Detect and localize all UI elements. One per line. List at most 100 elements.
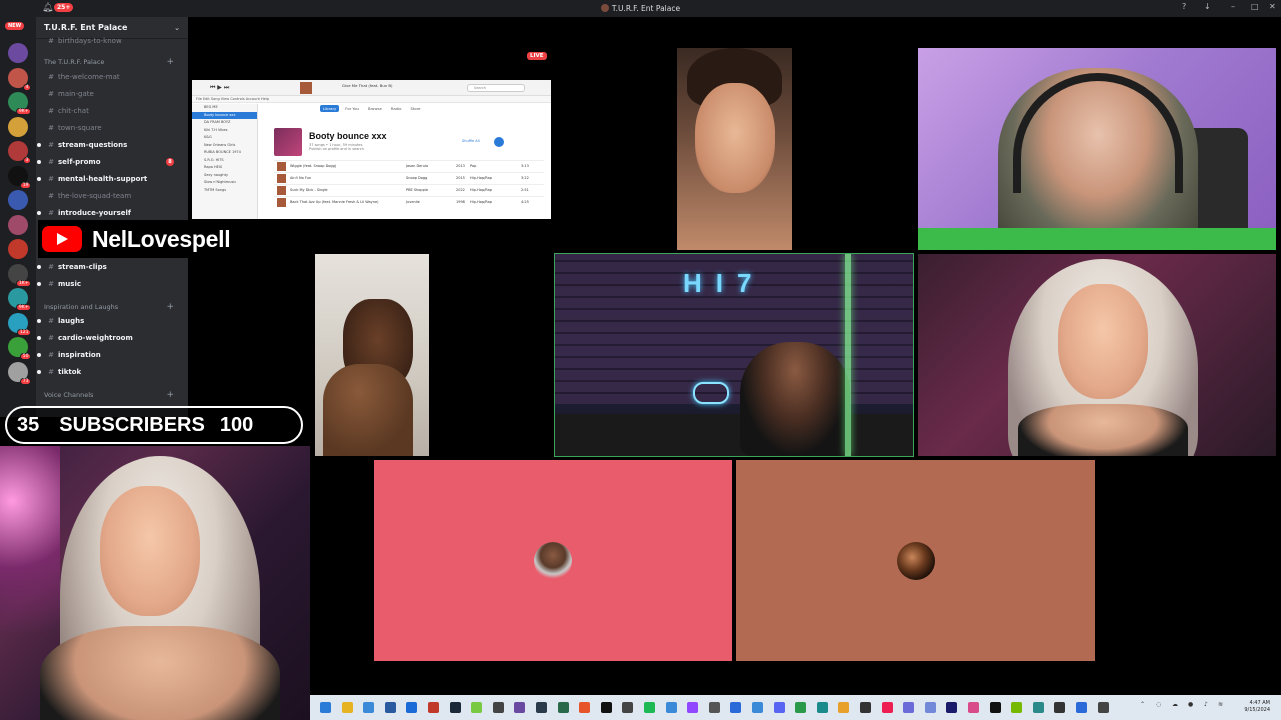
track-row[interactable]: Suck My Dick - Single PBE Shoppie 2022 Hip-… [274, 184, 544, 195]
shuffle-all-label[interactable]: Shuffle All [462, 139, 480, 143]
playlist-item[interactable]: Sexy naughty [192, 172, 257, 180]
channel-chit-chat[interactable]: # chit-chat [44, 104, 184, 118]
taskbar-app-icon[interactable] [903, 702, 915, 713]
add-channel-icon[interactable]: + [166, 57, 174, 67]
server-icon[interactable] [8, 214, 28, 235]
channel-stream-clips[interactable]: # stream-clips [37, 260, 184, 274]
tray-cloud-icon[interactable]: ☁ [1172, 701, 1178, 708]
server-icon[interactable] [8, 239, 28, 259]
taskbar-app-icon[interactable] [363, 702, 375, 713]
channel-birthdays-to-know[interactable]: # birthdays-to-know [44, 34, 184, 48]
participant-avatar-tile-1[interactable] [374, 460, 732, 661]
help-icon[interactable]: ? [1182, 2, 1186, 11]
server-icon[interactable] [8, 116, 28, 137]
participant-video-5[interactable] [918, 254, 1276, 456]
playlist-item[interactable]: Slow n'Nightmusic [192, 179, 257, 187]
music-menu-bar[interactable]: File Edit Song View Controls Account Hel… [192, 96, 551, 103]
taskbar-app-icon[interactable] [449, 702, 461, 713]
channel-town-square[interactable]: # town-square [44, 121, 184, 135]
taskbar-app-icon[interactable] [989, 702, 1001, 713]
channel-cardio-weightroom[interactable]: # cardio-weightroom [37, 331, 184, 345]
playlist-item[interactable]: K&G [192, 134, 257, 142]
channel-stream-questions[interactable]: # stream-questions [37, 138, 184, 152]
taskbar-app-icon[interactable] [881, 702, 893, 713]
taskbar-app-icon[interactable] [752, 702, 763, 713]
taskbar-app-icon[interactable] [1011, 702, 1023, 713]
taskbar-app-icon[interactable] [514, 702, 526, 713]
taskbar-app-icon[interactable] [384, 702, 396, 713]
taskbar-app-icon[interactable] [1097, 702, 1109, 713]
screenshare-tile[interactable]: ⏮ ▶ ⏭ Give Me That (feat. Bun B) Search … [192, 80, 551, 219]
channel-main-gate[interactable]: # main-gate [44, 87, 184, 101]
playlist-item[interactable]: Rapa HEIS [192, 164, 257, 172]
tray-network-icon[interactable]: ◌ [1156, 701, 1161, 708]
server-icon[interactable] [8, 190, 28, 210]
taskbar-app-icon[interactable] [320, 702, 331, 713]
music-search-input[interactable]: Search [467, 84, 525, 92]
track-row[interactable]: Wiggle (feat. Snoop Dogg) Jason Derulo 201… [274, 160, 544, 171]
playlist-item[interactable]: BEG ME [192, 104, 257, 112]
server-icon[interactable]: 3 [8, 141, 31, 164]
taskbar-app-icon[interactable] [730, 702, 742, 713]
tray-chevron-up-icon[interactable]: ⌃ [1140, 701, 1145, 708]
taskbar-app-icon[interactable] [838, 702, 850, 713]
channel-self-promo[interactable]: # self-promo 8 [37, 155, 184, 169]
server-icon[interactable]: 19 [8, 165, 31, 189]
tray-mic-icon[interactable]: ● [1188, 701, 1193, 708]
channel-the-love-squad-team[interactable]: # the-love-squad-team [44, 189, 184, 203]
server-icon[interactable]: 121 [8, 312, 31, 336]
tray-volume-icon[interactable]: ♪ [1204, 701, 1208, 708]
taskbar-app-icon[interactable] [816, 702, 828, 713]
participant-video-1[interactable] [677, 48, 792, 250]
taskbar-app-icon[interactable] [428, 702, 439, 713]
maximize-icon[interactable]: □ [1251, 2, 1259, 11]
taskbar-app-icon[interactable] [557, 702, 569, 713]
taskbar-app-icon[interactable] [644, 702, 655, 713]
channel-music[interactable]: # music [37, 277, 184, 291]
taskbar-app-icon[interactable] [665, 702, 677, 713]
playlist-item[interactable]: S.R.O. HITS [192, 157, 257, 165]
participant-video-4-speaking[interactable]: HI7 [554, 253, 914, 457]
server-icon[interactable]: 50 [8, 337, 31, 360]
taskbar-app-icon[interactable] [536, 702, 547, 713]
server-icon[interactable]: 9K+ [8, 288, 31, 311]
system-clock[interactable]: 4:47 AM 9/15/2024 [1230, 700, 1270, 714]
participant-video-2[interactable] [918, 48, 1276, 250]
add-channel-icon[interactable]: + [166, 390, 174, 400]
download-icon[interactable]: ↓ [1204, 2, 1211, 11]
music-tab[interactable]: Browse [365, 105, 385, 112]
music-tab[interactable]: Store [407, 105, 423, 112]
music-tab[interactable]: Library [320, 105, 340, 112]
taskbar-app-icon[interactable] [968, 702, 979, 713]
playlist-item[interactable]: TMTM Songs [192, 187, 257, 195]
server-icon[interactable]: 4 [8, 67, 31, 91]
minimize-icon[interactable]: – [1231, 2, 1235, 11]
taskbar-app-icon[interactable] [1076, 702, 1087, 713]
channel-category[interactable]: The T.U.R.F. Palace + [44, 57, 184, 67]
taskbar-app-icon[interactable] [341, 702, 353, 713]
taskbar-app-icon[interactable] [773, 702, 785, 713]
playlist-item[interactable]: Booty bounce xxx [192, 111, 257, 119]
taskbar-app-icon[interactable] [687, 702, 699, 713]
taskbar-app-icon[interactable] [406, 702, 418, 713]
taskbar-app-icon[interactable] [579, 702, 591, 713]
taskbar-app-icon[interactable] [492, 702, 504, 713]
playlist-item[interactable]: Kiki T.H Vibes [192, 127, 257, 135]
more-options-button[interactable] [494, 137, 504, 147]
channel-tiktok[interactable]: # tiktok [37, 365, 184, 379]
tray-wifi-icon[interactable]: ≋ [1218, 701, 1223, 708]
taskbar-app-icon[interactable] [924, 702, 936, 713]
taskbar-app-icon[interactable] [946, 702, 958, 713]
taskbar-app-icon[interactable] [1054, 702, 1066, 713]
music-tab[interactable]: Radio [388, 105, 405, 112]
playlist-item[interactable]: DA FRAM BOYZ [192, 119, 257, 127]
server-icon[interactable]: 1K+ [8, 263, 31, 287]
server-icon[interactable]: 9K+ [8, 92, 31, 115]
taskbar-app-icon[interactable] [708, 702, 720, 713]
channel-mental-health-support[interactable]: # mental-health-support [37, 172, 184, 186]
track-row[interactable]: Back That Azz Up (feat. Mannie Fresh & L… [274, 196, 544, 207]
track-row[interactable]: Ain't No Fun Snoop Dogg 2015 Hip-Hop/Rap 3:2… [274, 172, 544, 183]
add-channel-icon[interactable]: + [166, 302, 174, 312]
channel-category[interactable]: Inspiration and Laughs + [44, 302, 184, 312]
playlist-item[interactable]: New Orleans Girls [192, 142, 257, 150]
